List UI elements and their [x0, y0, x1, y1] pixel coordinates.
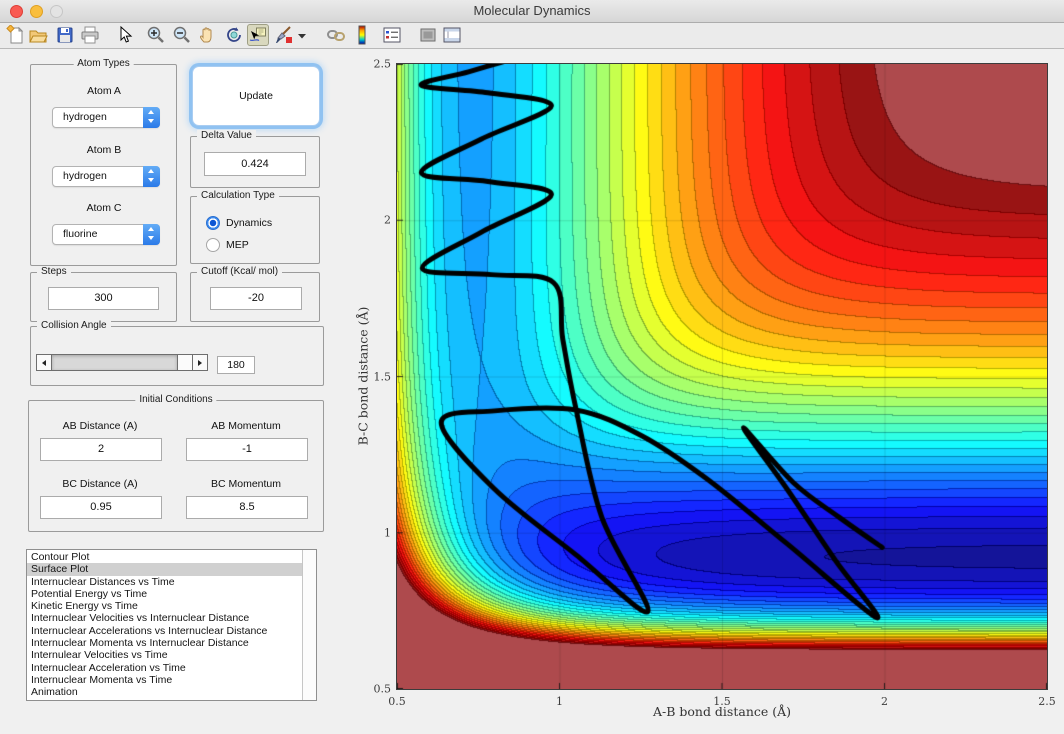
y-tick-label: 2.5: [373, 57, 392, 71]
slider-track[interactable]: [52, 355, 177, 370]
atom-a-popup[interactable]: hydrogen: [52, 107, 160, 128]
x-tick-label: 2: [881, 695, 888, 708]
collision-angle-title: Collision Angle: [37, 320, 111, 331]
popup-stepper-icon: [143, 107, 160, 128]
open-file-icon[interactable]: [28, 25, 48, 45]
bc-distance-label: BC Distance (A): [62, 478, 138, 490]
atom-c-label: Atom C: [86, 202, 122, 214]
ab-distance-field[interactable]: 2: [40, 438, 162, 461]
atom-c-value: fluorine: [63, 228, 98, 240]
slider-right-arrow-icon[interactable]: [192, 355, 207, 370]
insert-colorbar-icon[interactable]: [352, 25, 372, 45]
list-item[interactable]: Contour Plot: [27, 551, 302, 563]
save-figure-icon[interactable]: [55, 25, 75, 45]
steps-field[interactable]: 300: [48, 287, 159, 310]
link-plot-icon[interactable]: [326, 25, 346, 45]
list-item[interactable]: Kinetic Energy vs Time: [27, 600, 302, 612]
rotate-3d-icon[interactable]: [224, 25, 244, 45]
bc-momentum-field[interactable]: 8.5: [186, 496, 308, 519]
delta-value-title: Delta Value: [197, 130, 256, 141]
x-tick-label: 2.5: [1038, 695, 1056, 708]
list-item[interactable]: Internuclear Velocities vs Internuclear …: [27, 612, 302, 624]
bc-distance-field[interactable]: 0.95: [40, 496, 162, 519]
hide-plot-tools-icon[interactable]: [418, 25, 438, 45]
delta-value-field[interactable]: 0.424: [204, 152, 306, 176]
window-title: Molecular Dynamics: [473, 3, 591, 18]
x-tick-label: 0.5: [388, 695, 406, 708]
data-cursor-icon[interactable]: [247, 24, 269, 46]
ab-momentum-label: AB Momentum: [211, 420, 281, 432]
new-figure-icon[interactable]: [6, 24, 26, 45]
list-item[interactable]: Internuclear Acceleration vs Time: [27, 662, 302, 674]
update-button[interactable]: Update: [192, 66, 320, 126]
list-item[interactable]: Internuclear Accelerations vs Internucle…: [27, 625, 302, 637]
initial-conditions-title: Initial Conditions: [135, 394, 217, 405]
cutoff-field[interactable]: -20: [210, 287, 302, 310]
atom-a-value: hydrogen: [63, 111, 107, 123]
list-item[interactable]: Animation: [27, 686, 302, 698]
print-figure-icon[interactable]: [80, 25, 100, 45]
brush-data-icon[interactable]: [274, 25, 294, 45]
y-tick-label: 1: [384, 526, 391, 540]
collision-angle-slider[interactable]: [36, 354, 208, 371]
calculation-type-group: Calculation Type: [190, 190, 320, 264]
ab-distance-label: AB Distance (A): [62, 420, 138, 432]
steps-title: Steps: [37, 266, 71, 277]
list-item-selected[interactable]: Surface Plot: [27, 563, 316, 576]
slider-thumb[interactable]: [177, 355, 192, 370]
cutoff-title: Cutoff (Kcal/ mol): [197, 266, 283, 277]
list-item[interactable]: Internuclear Momenta vs Internuclear Dis…: [27, 637, 302, 649]
brush-dropdown-icon[interactable]: [297, 25, 307, 45]
mep-radio[interactable]: [206, 238, 220, 252]
list-item[interactable]: Internuclear Momenta vs Time: [27, 674, 302, 686]
list-item[interactable]: Potential Energy vs Time: [27, 588, 302, 600]
y-tick-label: 0.5: [373, 682, 392, 696]
popup-stepper-icon: [143, 166, 160, 187]
zoom-in-icon[interactable]: [146, 25, 166, 45]
list-item[interactable]: Internuclear Distances vs Time: [27, 576, 302, 588]
calculation-type-title: Calculation Type: [197, 190, 279, 201]
slider-left-arrow-icon[interactable]: [37, 355, 52, 370]
bc-momentum-label: BC Momentum: [210, 478, 282, 490]
edit-plot-cursor-icon[interactable]: [115, 25, 135, 45]
titlebar: Molecular Dynamics: [0, 0, 1064, 23]
plot-type-listbox[interactable]: Contour Plot Surface Plot Internuclear D…: [26, 549, 317, 701]
atom-b-value: hydrogen: [63, 170, 107, 182]
pes-contour-canvas[interactable]: [397, 64, 1047, 689]
show-plot-tools-icon[interactable]: [442, 25, 462, 45]
atom-c-popup[interactable]: fluorine: [52, 224, 160, 245]
insert-legend-icon[interactable]: [382, 25, 402, 45]
atom-a-label: Atom A: [87, 85, 121, 97]
collision-angle-field[interactable]: 180: [217, 356, 255, 374]
listbox-scrollbar[interactable]: [302, 550, 316, 700]
atom-b-popup[interactable]: hydrogen: [52, 166, 160, 187]
popup-stepper-icon: [143, 224, 160, 245]
pes-plot-axes: 0.5 1 1.5 2 2.5 0.5 1 1.5 2 2.5: [374, 58, 1056, 709]
y-axis-label: B-C bond distance (Å): [355, 306, 371, 446]
zoom-out-icon[interactable]: [172, 25, 192, 45]
y-tick-label: 1.5: [373, 370, 392, 383]
atom-b-label: Atom B: [86, 144, 122, 156]
atom-types-title: Atom Types: [73, 58, 134, 69]
ab-momentum-field[interactable]: -1: [186, 438, 308, 461]
mep-radio-label: MEP: [226, 239, 249, 251]
x-tick-label: 1: [556, 695, 563, 708]
list-item[interactable]: Internulear Velocities vs Time: [27, 649, 302, 661]
pan-hand-icon[interactable]: [197, 25, 217, 45]
x-axis-label: A-B bond distance (Å): [652, 704, 792, 719]
dynamics-radio[interactable]: [206, 216, 220, 230]
y-tick-label: 2: [384, 213, 391, 227]
dynamics-radio-label: Dynamics: [226, 217, 273, 229]
toolbar: [0, 23, 1064, 49]
